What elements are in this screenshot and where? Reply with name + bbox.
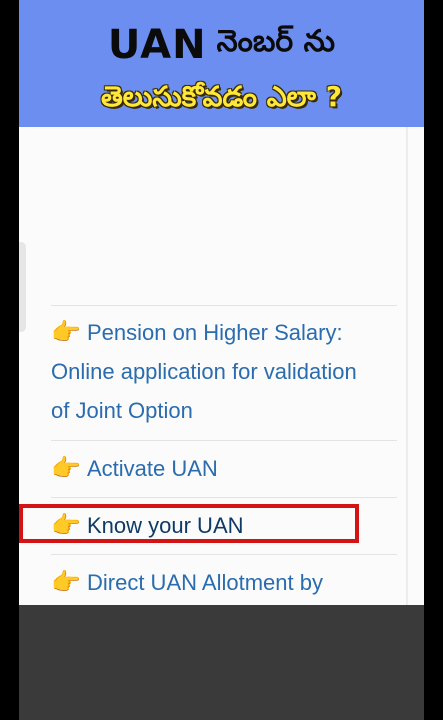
menu-link-line: Pension on Higher Salary:	[87, 320, 343, 345]
panel-edge	[406, 127, 408, 605]
menu-link-label: Direct UAN Allotment by	[87, 570, 323, 595]
banner-title: UAN నెంబర్ ను	[19, 22, 424, 68]
menu-link-line: Online application for validation	[51, 359, 357, 384]
banner-title-telugu: నెంబర్ ను	[216, 24, 336, 59]
title-banner: UAN నెంబర్ ను తెలుసుకోవడం ఎలా ?	[19, 0, 424, 127]
menu-link-label: Activate UAN	[87, 456, 218, 481]
menu-link-line: of Joint Option	[51, 398, 193, 423]
highlight-box	[19, 504, 359, 543]
menu-link-activate-uan[interactable]: 👉 Activate UAN	[51, 449, 401, 488]
menu-link-pension-higher-salary[interactable]: 👉 Pension on Higher Salary: Online applic…	[51, 313, 401, 430]
banner-subtitle: తెలుసుకోవడం ఎలా ?	[101, 80, 342, 113]
menu-link-direct-uan-allotment[interactable]: 👉 Direct UAN Allotment by	[51, 563, 401, 602]
divider	[51, 497, 397, 498]
divider	[51, 305, 397, 306]
divider	[51, 554, 397, 555]
banner-title-uan: UAN	[107, 22, 207, 68]
side-drawer-handle[interactable]	[19, 242, 26, 332]
thumbs-up-icon: 👉	[51, 319, 81, 346]
thumbs-up-icon: 👉	[51, 569, 81, 596]
thumbs-up-icon: 👉	[51, 455, 81, 482]
divider	[51, 440, 397, 441]
bottom-bar	[19, 605, 424, 720]
